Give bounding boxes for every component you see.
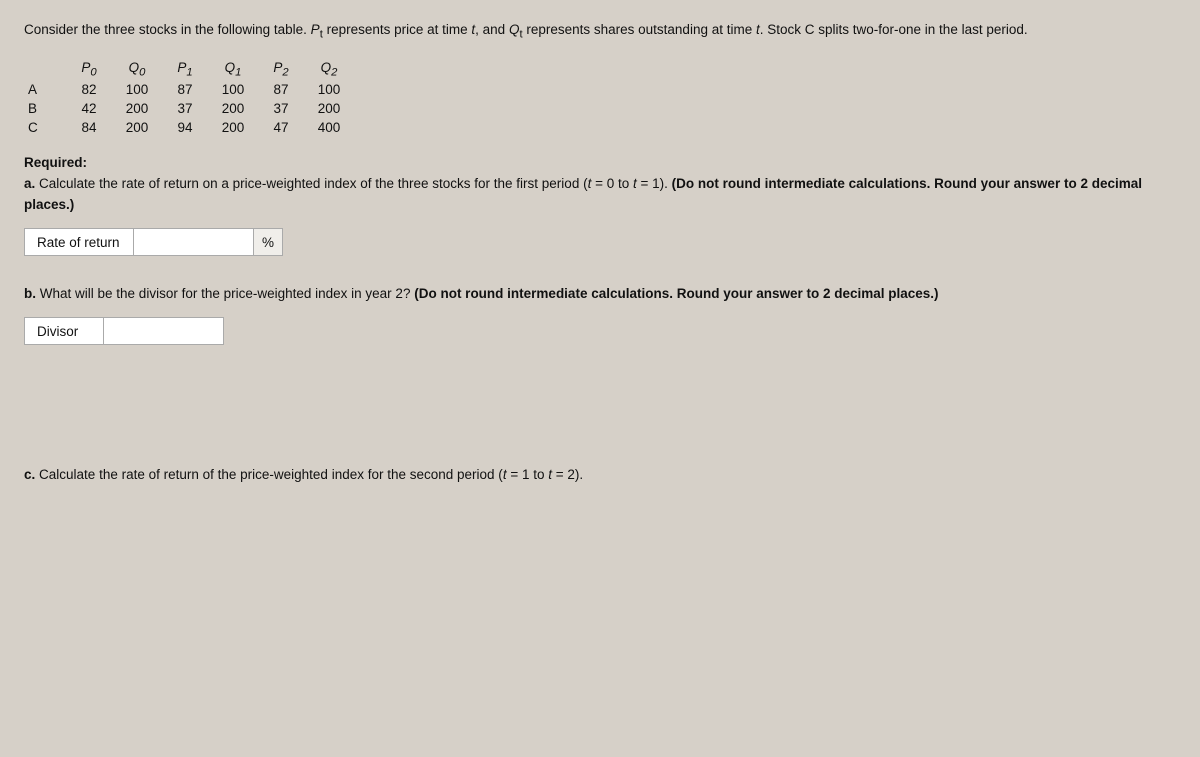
required-heading: Required: [24,155,1176,170]
p2-a: 87 [264,80,312,99]
q1-b: 200 [216,99,264,118]
rate-of-return-label: Rate of return [24,228,134,256]
table-row: B 42 200 37 200 37 200 [24,99,360,118]
q1-a: 100 [216,80,264,99]
percent-sign: % [254,228,283,256]
table-row: A 82 100 87 100 87 100 [24,80,360,99]
divisor-label: Divisor [24,317,104,345]
stock-label-b: B [24,99,72,118]
p0-c: 84 [72,118,120,137]
question-a-part: a. [24,176,35,191]
q1-c: 200 [216,118,264,137]
question-c-body: Calculate the rate of return of the pric… [39,467,583,482]
divisor-input[interactable] [110,324,217,339]
question-b-body: What will be the divisor for the price-w… [40,286,939,301]
p1-a: 87 [168,80,216,99]
question-b-section: b. What will be the divisor for the pric… [24,284,1176,345]
rate-of-return-input-wrapper[interactable] [134,228,254,256]
question-b-text: b. What will be the divisor for the pric… [24,284,1176,305]
q2-c: 400 [312,118,360,137]
stock-data-table: P0 Q0 P1 Q1 P2 Q2 A 82 100 87 100 87 100… [24,58,360,138]
p1-b: 37 [168,99,216,118]
q2-b: 200 [312,99,360,118]
rate-of-return-row: Rate of return % [24,228,1176,256]
question-b-part: b. [24,286,36,301]
question-c-part: c. [24,467,35,482]
intro-paragraph: Consider the three stocks in the followi… [24,20,1176,44]
question-c-text: c. Calculate the rate of return of the p… [24,465,1176,486]
question-c-section: c. Calculate the rate of return of the p… [24,465,1176,486]
table-row: C 84 200 94 200 47 400 [24,118,360,137]
p2-c: 47 [264,118,312,137]
question-a-text: a. Calculate the rate of return on a pri… [24,174,1176,216]
question-a-body: Calculate the rate of return on a price-… [24,176,1142,212]
q0-b: 200 [120,99,168,118]
p0-b: 42 [72,99,120,118]
q2-a: 100 [312,80,360,99]
stock-label-c: C [24,118,72,137]
p2-b: 37 [264,99,312,118]
p0-a: 82 [72,80,120,99]
stock-label-a: A [24,80,72,99]
q0-a: 100 [120,80,168,99]
divisor-row: Divisor [24,317,1176,345]
divisor-input-wrapper[interactable] [104,317,224,345]
p1-c: 94 [168,118,216,137]
rate-of-return-input[interactable] [140,235,247,250]
q0-c: 200 [120,118,168,137]
